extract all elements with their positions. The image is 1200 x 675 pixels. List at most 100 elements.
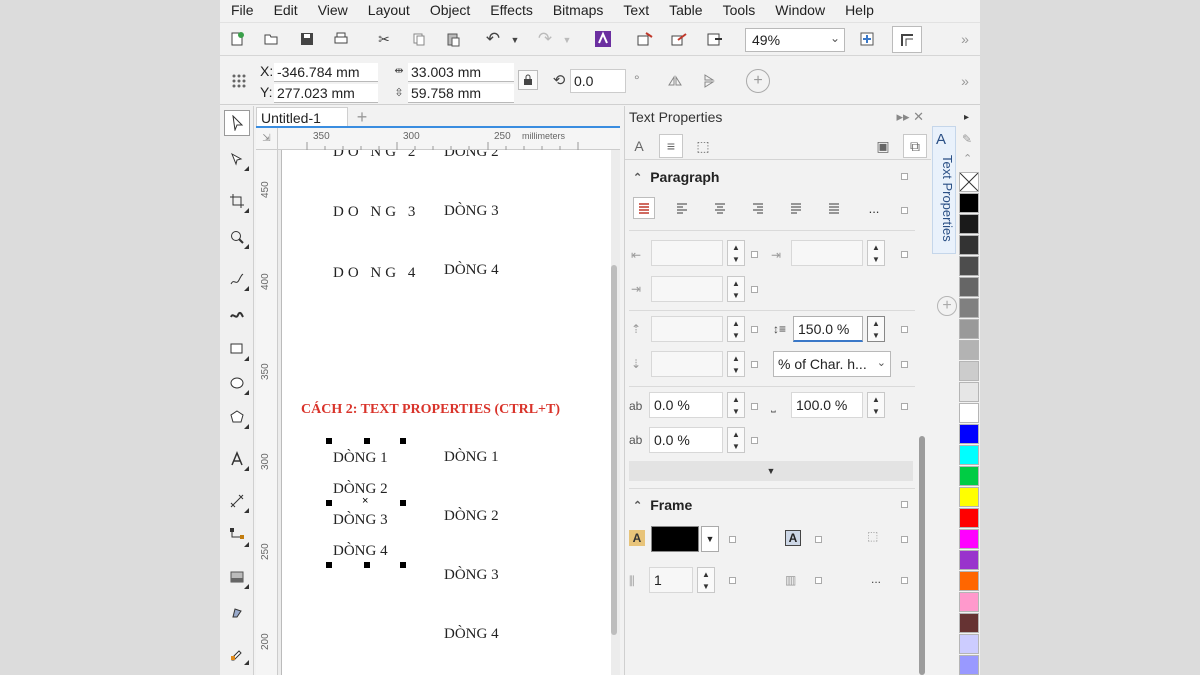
options-square-icon[interactable] — [901, 361, 908, 368]
add-preset-icon[interactable]: + — [746, 69, 770, 93]
justify-icon[interactable] — [785, 197, 807, 219]
color-swatch[interactable] — [959, 298, 979, 318]
ellipse-tool-icon[interactable] — [224, 370, 250, 396]
text-line-right[interactable]: DÒNG 2 — [444, 508, 499, 525]
selected-text-line[interactable]: DÒNG 1 — [333, 450, 388, 467]
selected-text-line[interactable]: DÒNG 4 — [333, 543, 388, 560]
export-icon[interactable] — [668, 28, 690, 50]
space-before-field[interactable] — [651, 316, 723, 342]
connector-tool-icon[interactable] — [224, 522, 250, 548]
text-line-right[interactable]: DÒNG 2 — [444, 150, 499, 161]
options-square-icon[interactable] — [751, 403, 758, 410]
menu-window[interactable]: Window — [763, 2, 825, 18]
dimension-tool-icon[interactable] — [224, 488, 250, 514]
paragraph-tab-icon[interactable]: ≡ — [659, 134, 683, 158]
color-swatch[interactable] — [959, 613, 979, 633]
rectangle-tool-icon[interactable] — [224, 336, 250, 362]
columns-stepper[interactable]: ▲ ▼ — [697, 567, 715, 593]
options-square-icon[interactable] — [901, 577, 908, 584]
publish-pdf-icon[interactable] — [704, 28, 726, 50]
rotation-angle-field[interactable]: 0.0 — [570, 69, 626, 93]
color-swatch[interactable] — [959, 214, 979, 234]
menu-table[interactable]: Table — [657, 2, 702, 18]
docker-close-icon[interactable]: ▸▸ ✕ — [896, 109, 924, 125]
color-swatch[interactable] — [959, 193, 979, 213]
space-after-field[interactable] — [651, 351, 723, 377]
text-properties-side-tab[interactable]: A Text Properties — [932, 126, 956, 254]
text-line-right[interactable]: DÒNG 3 — [444, 203, 499, 220]
object-origin-icon[interactable] — [228, 70, 250, 92]
character-tab-icon[interactable]: A — [627, 134, 651, 158]
text-frame-icon[interactable]: A — [785, 530, 801, 546]
word-spacing-stepper[interactable]: ▲ ▼ — [867, 392, 885, 418]
text-tool-icon[interactable] — [224, 446, 250, 472]
options-square-icon[interactable] — [901, 403, 908, 410]
menu-help[interactable]: Help — [833, 2, 874, 18]
align-none-icon[interactable] — [633, 197, 655, 219]
options-square-icon[interactable] — [751, 251, 758, 258]
add-docker-icon[interactable]: + — [937, 296, 957, 316]
selection-handle[interactable] — [400, 500, 406, 506]
color-swatch[interactable] — [959, 277, 979, 297]
align-center-icon[interactable] — [709, 197, 731, 219]
palette-scroll-up-icon[interactable]: ▸ — [964, 112, 969, 123]
text-line-right[interactable]: DÒNG 3 — [444, 567, 499, 584]
left-indent-stepper[interactable]: ▲ ▼ — [727, 240, 745, 266]
selection-handle[interactable] — [400, 562, 406, 568]
more-toolbar-icon[interactable]: » — [954, 28, 976, 50]
settings-tab-icon[interactable]: ⧉ — [903, 134, 927, 158]
align-right-icon[interactable] — [747, 197, 769, 219]
x-position-field[interactable]: -346.784 mm — [274, 63, 378, 82]
redo-icon[interactable]: ↷ — [534, 28, 556, 50]
drop-shadow-tool-icon[interactable] — [224, 564, 250, 590]
color-swatch[interactable] — [959, 550, 979, 570]
new-document-icon[interactable] — [226, 28, 248, 50]
color-swatch[interactable] — [959, 319, 979, 339]
selection-handle[interactable] — [326, 562, 332, 568]
color-swatch[interactable] — [959, 466, 979, 486]
zoom-level-select[interactable]: 49% ⌄ — [745, 28, 845, 52]
color-swatch[interactable] — [959, 508, 979, 528]
color-swatch[interactable] — [959, 256, 979, 276]
frame-color-dropdown[interactable]: ▼ — [701, 526, 719, 552]
color-swatch[interactable] — [959, 445, 979, 465]
print-icon[interactable] — [330, 28, 352, 50]
color-swatch[interactable] — [959, 361, 979, 381]
save-icon[interactable] — [296, 28, 318, 50]
shape-tool-icon[interactable] — [224, 146, 250, 172]
open-folder-icon[interactable] — [260, 28, 282, 50]
import-icon[interactable] — [634, 28, 656, 50]
menu-bitmaps[interactable]: Bitmaps — [541, 2, 604, 18]
options-square-icon[interactable] — [901, 207, 908, 214]
palette-arrow-up-icon[interactable]: ⌃ — [963, 152, 972, 165]
frame-wrap-icon[interactable]: ⬚ — [867, 529, 878, 543]
selection-handle[interactable] — [326, 500, 332, 506]
copy-icon[interactable] — [408, 28, 430, 50]
full-screen-preview-icon[interactable] — [856, 28, 878, 50]
height-field[interactable]: 59.758 mm — [408, 84, 514, 103]
search-content-icon[interactable] — [592, 28, 614, 50]
options-square-icon[interactable] — [751, 286, 758, 293]
document-tab[interactable]: Untitled-1 — [256, 107, 348, 127]
vertical-ruler[interactable]: 450 400 350 300 250 200 — [256, 150, 278, 675]
force-justify-icon[interactable] — [823, 197, 845, 219]
color-swatch[interactable] — [959, 235, 979, 255]
polygon-tool-icon[interactable] — [224, 404, 250, 430]
options-square-icon[interactable] — [901, 326, 908, 333]
more-frame-button[interactable]: ... — [871, 572, 881, 586]
first-line-indent-stepper[interactable]: ▲ ▼ — [727, 276, 745, 302]
right-indent-stepper[interactable]: ▲ ▼ — [867, 240, 885, 266]
mirror-horizontal-icon[interactable] — [664, 70, 686, 92]
frame-color-swatch[interactable] — [651, 526, 699, 552]
paragraph-expand-button[interactable]: ▼ — [629, 461, 913, 481]
options-square-icon[interactable] — [901, 251, 908, 258]
language-spacing-stepper[interactable]: ▲ ▼ — [727, 427, 745, 453]
frame-section-header[interactable]: ⌃ Frame — [625, 492, 915, 518]
zoom-tool-icon[interactable] — [224, 224, 250, 250]
menu-layout[interactable]: Layout — [356, 2, 410, 18]
color-swatch[interactable] — [959, 655, 979, 675]
section-heading[interactable]: CÁCH 2: TEXT PROPERTIES (CTRL+T) — [301, 402, 560, 418]
line-spacing-field[interactable]: 150.0 % — [793, 316, 863, 342]
selection-handle[interactable] — [364, 438, 370, 444]
selected-text-line[interactable]: DÒNG 3 — [333, 512, 388, 529]
